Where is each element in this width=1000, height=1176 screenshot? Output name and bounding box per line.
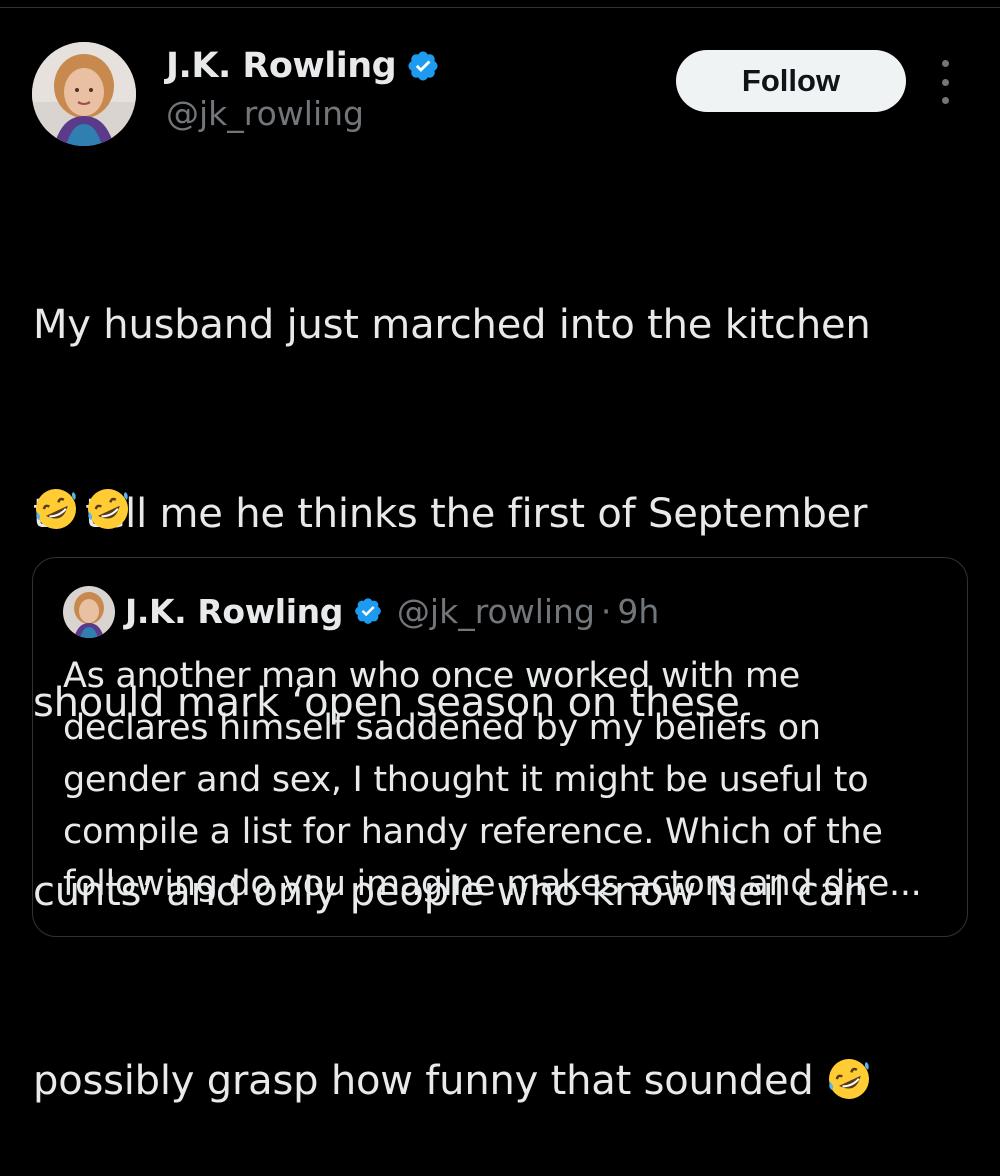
quoted-author-name[interactable]: J.K. Rowling (125, 592, 343, 631)
verified-badge-icon (353, 596, 383, 626)
quoted-tweet-timestamp[interactable]: 9h (617, 592, 659, 631)
rofl-emoji-icon (85, 486, 131, 532)
tweet-line: to tell me he thinks the first of Septem… (33, 491, 868, 537)
more-dot (941, 97, 949, 104)
quoted-author-avatar[interactable] (63, 586, 115, 638)
verified-badge-icon[interactable] (406, 49, 440, 83)
meta-separator: · (600, 591, 612, 631)
quoted-tweet-line: declares himself saddened by my beliefs … (63, 708, 821, 748)
top-divider (0, 0, 1000, 8)
quoted-tweet-line: gender and sex, I thought it might be us… (63, 760, 869, 800)
follow-button[interactable]: Follow (676, 50, 906, 112)
author-name-row: J.K. Rowling (166, 46, 440, 86)
quoted-tweet-card[interactable]: J.K. Rowling @jk_rowling · 9h As another… (32, 557, 968, 937)
emoji-row (33, 486, 131, 532)
more-dot (941, 78, 949, 86)
tweet-line-with-emoji: possibly grasp how funny that sounded (33, 1050, 983, 1113)
quoted-tweet-header: J.K. Rowling @jk_rowling · 9h (125, 588, 659, 634)
more-options-icon[interactable] (930, 60, 960, 104)
author-avatar[interactable] (32, 42, 136, 146)
rofl-emoji-icon (826, 1056, 872, 1102)
tweet-line: possibly grasp how funny that sounded (33, 1058, 814, 1104)
author-display-name[interactable]: J.K. Rowling (166, 46, 397, 86)
quoted-tweet-line: compile a list for handy reference. Whic… (63, 812, 883, 852)
rofl-emoji-icon (33, 486, 79, 532)
tweet-line: My husband just marched into the kitchen (33, 302, 871, 348)
quoted-tweet-line: following do you imagine makes actors an… (63, 864, 922, 904)
more-dot (941, 60, 949, 67)
quoted-author-handle[interactable]: @jk_rowling (397, 592, 595, 631)
author-handle[interactable]: @jk_rowling (166, 94, 364, 133)
quoted-tweet-line: As another man who once worked with me (63, 656, 800, 696)
quoted-tweet-text: As another man who once worked with me d… (63, 650, 953, 910)
